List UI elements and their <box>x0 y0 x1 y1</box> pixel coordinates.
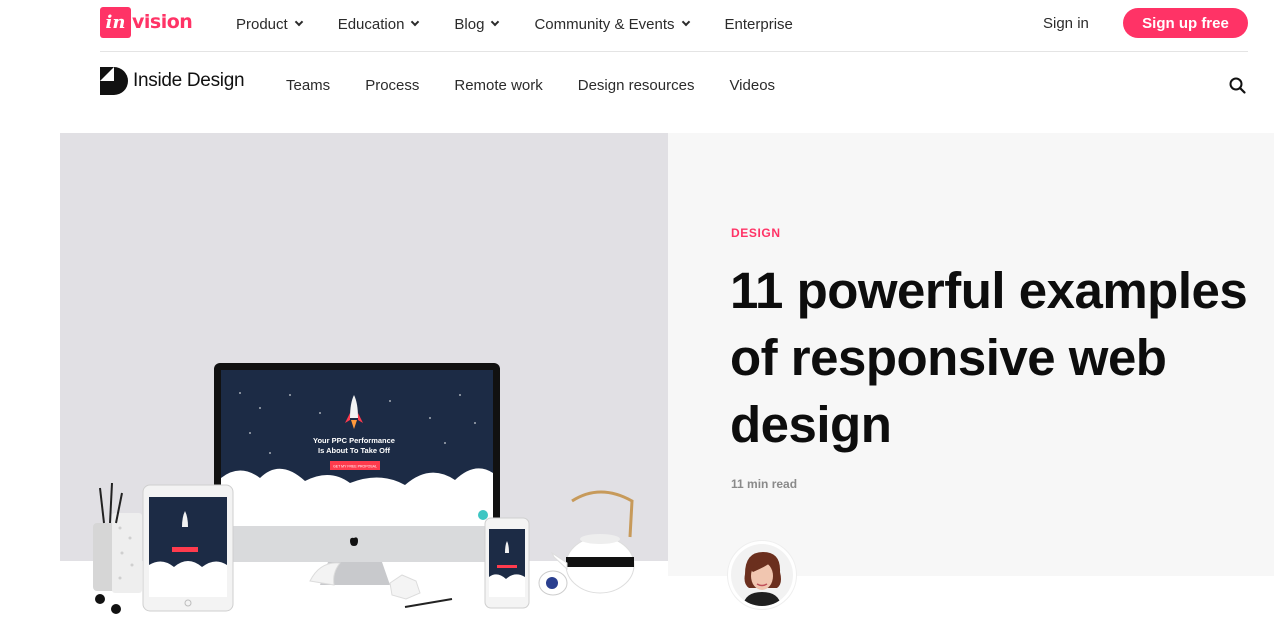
screen-headline-1: Your PPC Performance <box>313 436 395 445</box>
inside-design-logo[interactable]: Inside Design <box>100 67 245 95</box>
author-avatar[interactable] <box>728 541 796 609</box>
read-time: 11 min read <box>731 477 798 491</box>
logo-mark: in <box>100 6 131 38</box>
subnav-item-process[interactable]: Process <box>365 77 419 94</box>
sign-up-button[interactable]: Sign up free <box>1123 8 1248 38</box>
article-category[interactable]: DESIGN <box>731 226 781 240</box>
chevron-down-icon <box>294 17 303 27</box>
nav-label: Blog <box>454 15 485 33</box>
screen-headline-2: Is About To Take Off <box>318 446 390 455</box>
sign-in-link[interactable]: Sign in <box>1043 15 1089 32</box>
chevron-down-icon <box>411 17 420 27</box>
subnav-item-videos[interactable]: Videos <box>729 77 775 94</box>
nav-item-enterprise[interactable]: Enterprise <box>725 16 793 33</box>
hero-image[interactable]: Your PPC Performance Is About To Take Of… <box>60 133 668 617</box>
chevron-down-icon <box>491 17 500 27</box>
search-icon[interactable] <box>1228 76 1248 96</box>
nav-label: Education <box>337 15 405 33</box>
inside-design-nav: Inside Design Teams Process Remote work … <box>100 52 1248 114</box>
article-title: 11 powerful examples of responsive web d… <box>730 262 1248 453</box>
subnav-item-teams[interactable]: Teams <box>286 77 330 94</box>
devices-illustration: Your PPC Performance Is About To Take Of… <box>92 363 635 617</box>
nav-item-product[interactable]: Product <box>236 15 303 33</box>
inside-design-title: Inside Design <box>133 70 245 91</box>
nav-label: Community & Events <box>534 15 675 33</box>
author-photo <box>731 544 793 606</box>
category-nav: Teams Process Remote work Design resourc… <box>286 52 810 118</box>
nav-item-education[interactable]: Education <box>337 15 420 33</box>
invision-logo[interactable]: in vision <box>100 6 193 38</box>
nav-item-community-events[interactable]: Community & Events <box>534 15 690 33</box>
subnav-item-remote-work[interactable]: Remote work <box>454 77 542 94</box>
subnav-item-design-resources[interactable]: Design resources <box>578 77 695 94</box>
nav-item-blog[interactable]: Blog <box>454 15 500 33</box>
nav-label: Product <box>236 15 288 33</box>
logo-wordmark: vision <box>132 11 193 33</box>
chevron-down-icon <box>681 17 690 27</box>
main-nav: Product Education Blog Community & Event… <box>236 0 829 48</box>
inside-design-logo-icon <box>100 67 128 95</box>
screen-cta: GET MY FREE PROPOSAL <box>333 465 377 469</box>
nav-label: Enterprise <box>724 15 793 33</box>
top-header: in vision Product Education Blog Communi… <box>100 0 1248 52</box>
